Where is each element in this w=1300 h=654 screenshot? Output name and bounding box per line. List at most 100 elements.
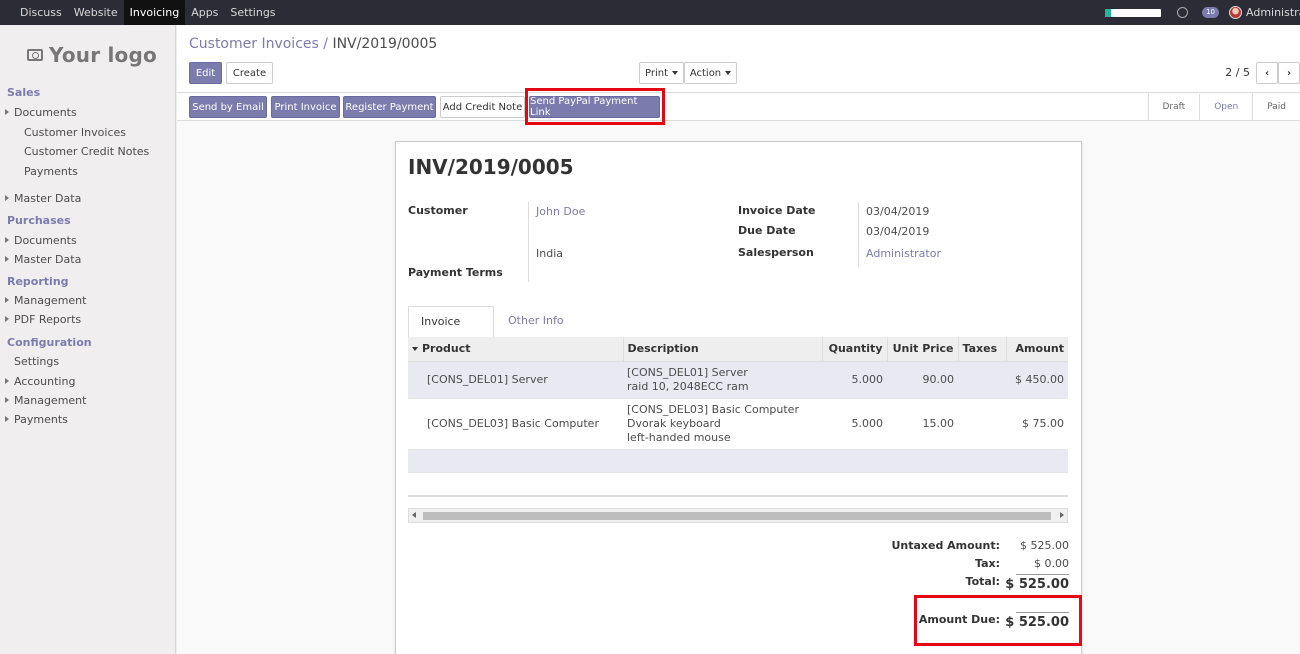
add-credit-note-button[interactable]: Add Credit Note [440,96,525,118]
salesperson-link[interactable]: Administrator [866,247,941,260]
pager-next-button[interactable]: › [1278,62,1300,84]
sidebar-item-payments[interactable]: Payments [24,165,78,178]
scrollbar-thumb[interactable] [423,512,1051,520]
column-header-description[interactable]: Description [623,337,823,362]
action-dropdown[interactable]: Action [684,62,737,84]
line-quantity: 5.000 [822,361,887,399]
untaxed-amount-value: $ 525.00 [1020,539,1069,552]
company-logo: Your logo [27,43,157,67]
menu-invoicing[interactable]: Invoicing [123,0,186,25]
field-divider [528,202,529,282]
chat-counter-badge[interactable]: 10 [1202,7,1219,18]
sidebar-item-reporting-management[interactable]: Management [14,294,86,307]
sidebar-section-purchases[interactable]: Purchases [7,214,71,227]
caret-right-icon [5,297,9,303]
horizontal-scrollbar[interactable] [408,508,1068,523]
line-taxes [958,361,1006,399]
sidebar-item-accounting[interactable]: Accounting [14,375,75,388]
main-content: Customer Invoices / INV/2019/0005 Edit C… [177,25,1300,654]
empty-cell [408,449,1068,473]
sidebar-item-config-payments[interactable]: Payments [14,413,68,426]
sidebar-section-sales[interactable]: Sales [7,86,40,99]
table-row[interactable]: [CONS_DEL03] Basic Computer [CONS_DEL03]… [408,398,1068,450]
breadcrumb-parent[interactable]: Customer Invoices [189,36,319,52]
sidebar-item-purchases-documents[interactable]: Documents [14,234,77,247]
line-description-text: left-handed mouse [627,430,731,444]
menu-settings[interactable]: Settings [224,0,281,25]
amount-due-highlight [914,595,1082,646]
pager-value: 2 / 5 [1225,66,1250,79]
line-taxes [958,398,1006,450]
progress-fill [1105,8,1111,17]
scroll-left-icon[interactable] [412,512,416,518]
due-date-label: Due Date [738,224,796,237]
column-header-unit-price[interactable]: Unit Price [887,337,959,362]
print-invoice-button[interactable]: Print Invoice [271,96,340,118]
camera-icon [27,49,43,61]
line-product: [CONS_DEL03] Basic Computer [408,398,623,450]
status-bar: Send by Email Print Invoice Register Pay… [177,94,1300,121]
sidebar-item-sales-master-data[interactable]: Master Data [14,192,81,205]
field-divider [858,202,859,267]
total-divider [1016,574,1069,575]
sidebar-section-configuration[interactable]: Configuration [7,336,92,349]
caret-right-icon [5,416,9,422]
line-product: [CONS_DEL01] Server [408,361,623,399]
caret-right-icon [5,397,9,403]
caret-right-icon [5,256,9,262]
sidebar-item-settings[interactable]: Settings [14,355,59,368]
send-by-email-button[interactable]: Send by Email [189,96,267,118]
table-footer-divider [408,495,1068,497]
caret-down-icon [725,71,732,75]
menu-apps[interactable]: Apps [185,0,224,25]
invoice-title: INV/2019/0005 [408,155,574,179]
menu-website[interactable]: Website [68,0,124,25]
create-button[interactable]: Create [226,62,273,84]
customer-label: Customer [408,204,468,217]
line-amount: $ 450.00 [1006,361,1068,399]
sidebar-item-customer-credit-notes[interactable]: Customer Credit Notes [24,145,149,158]
customer-link[interactable]: John Doe [536,205,585,218]
breadcrumb: Customer Invoices / INV/2019/0005 [189,36,437,52]
stage-draft[interactable]: Draft [1147,94,1200,121]
stage-paid[interactable]: Paid [1252,94,1300,121]
menu-discuss[interactable]: Discuss [14,0,68,25]
line-description-text: [CONS_DEL01] Server [627,365,748,379]
tab-invoice-lines[interactable]: Invoice Lines [408,306,494,358]
sidebar-item-purchases-master-data[interactable]: Master Data [14,253,81,266]
onboarding-progress-bar[interactable] [1105,8,1162,17]
caret-down-icon [672,71,678,75]
invoice-date-label: Invoice Date [738,204,816,217]
line-description: [CONS_DEL01] Server raid 10, 2048ECC ram [623,361,822,399]
sidebar-item-customer-invoices[interactable]: Customer Invoices [24,126,126,139]
table-row[interactable]: [CONS_DEL01] Server [CONS_DEL01] Server … [408,361,1068,399]
sidebar-item-config-management[interactable]: Management [14,394,86,407]
column-header-quantity[interactable]: Quantity [822,337,888,362]
clock-icon[interactable] [1177,7,1189,18]
sidebar-item-pdf-reports[interactable]: PDF Reports [14,313,81,326]
column-header-product-label: Product [422,342,471,356]
column-header-taxes[interactable]: Taxes [958,337,1007,362]
breadcrumb-separator: / [323,36,328,52]
print-dropdown[interactable]: Print [639,62,684,84]
edit-button[interactable]: Edit [189,62,222,84]
line-amount: $ 75.00 [1006,398,1068,450]
column-header-product[interactable]: Product [408,337,624,362]
pager-previous-button[interactable]: ‹ [1256,62,1278,84]
due-date-value: 03/04/2019 [866,225,930,238]
tab-other-info[interactable]: Other Info [496,306,576,338]
scroll-right-icon[interactable] [1060,512,1064,518]
systray: 10 Administrator [1105,0,1300,25]
breadcrumb-current: INV/2019/0005 [332,36,438,52]
sidebar-section-reporting[interactable]: Reporting [7,275,69,288]
sidebar-item-sales-documents[interactable]: Documents [14,106,77,119]
caret-right-icon [5,109,9,115]
column-header-amount[interactable]: Amount [1006,337,1068,362]
chevron-right-icon: › [1286,67,1292,79]
user-menu[interactable]: Administrator [1246,6,1300,19]
register-payment-button[interactable]: Register Payment [343,96,436,118]
notebook-tabs: Invoice Lines Other Info [408,306,1068,358]
logo-text: Your logo [49,43,157,67]
stage-open[interactable]: Open [1199,94,1252,121]
avatar[interactable] [1229,6,1242,19]
